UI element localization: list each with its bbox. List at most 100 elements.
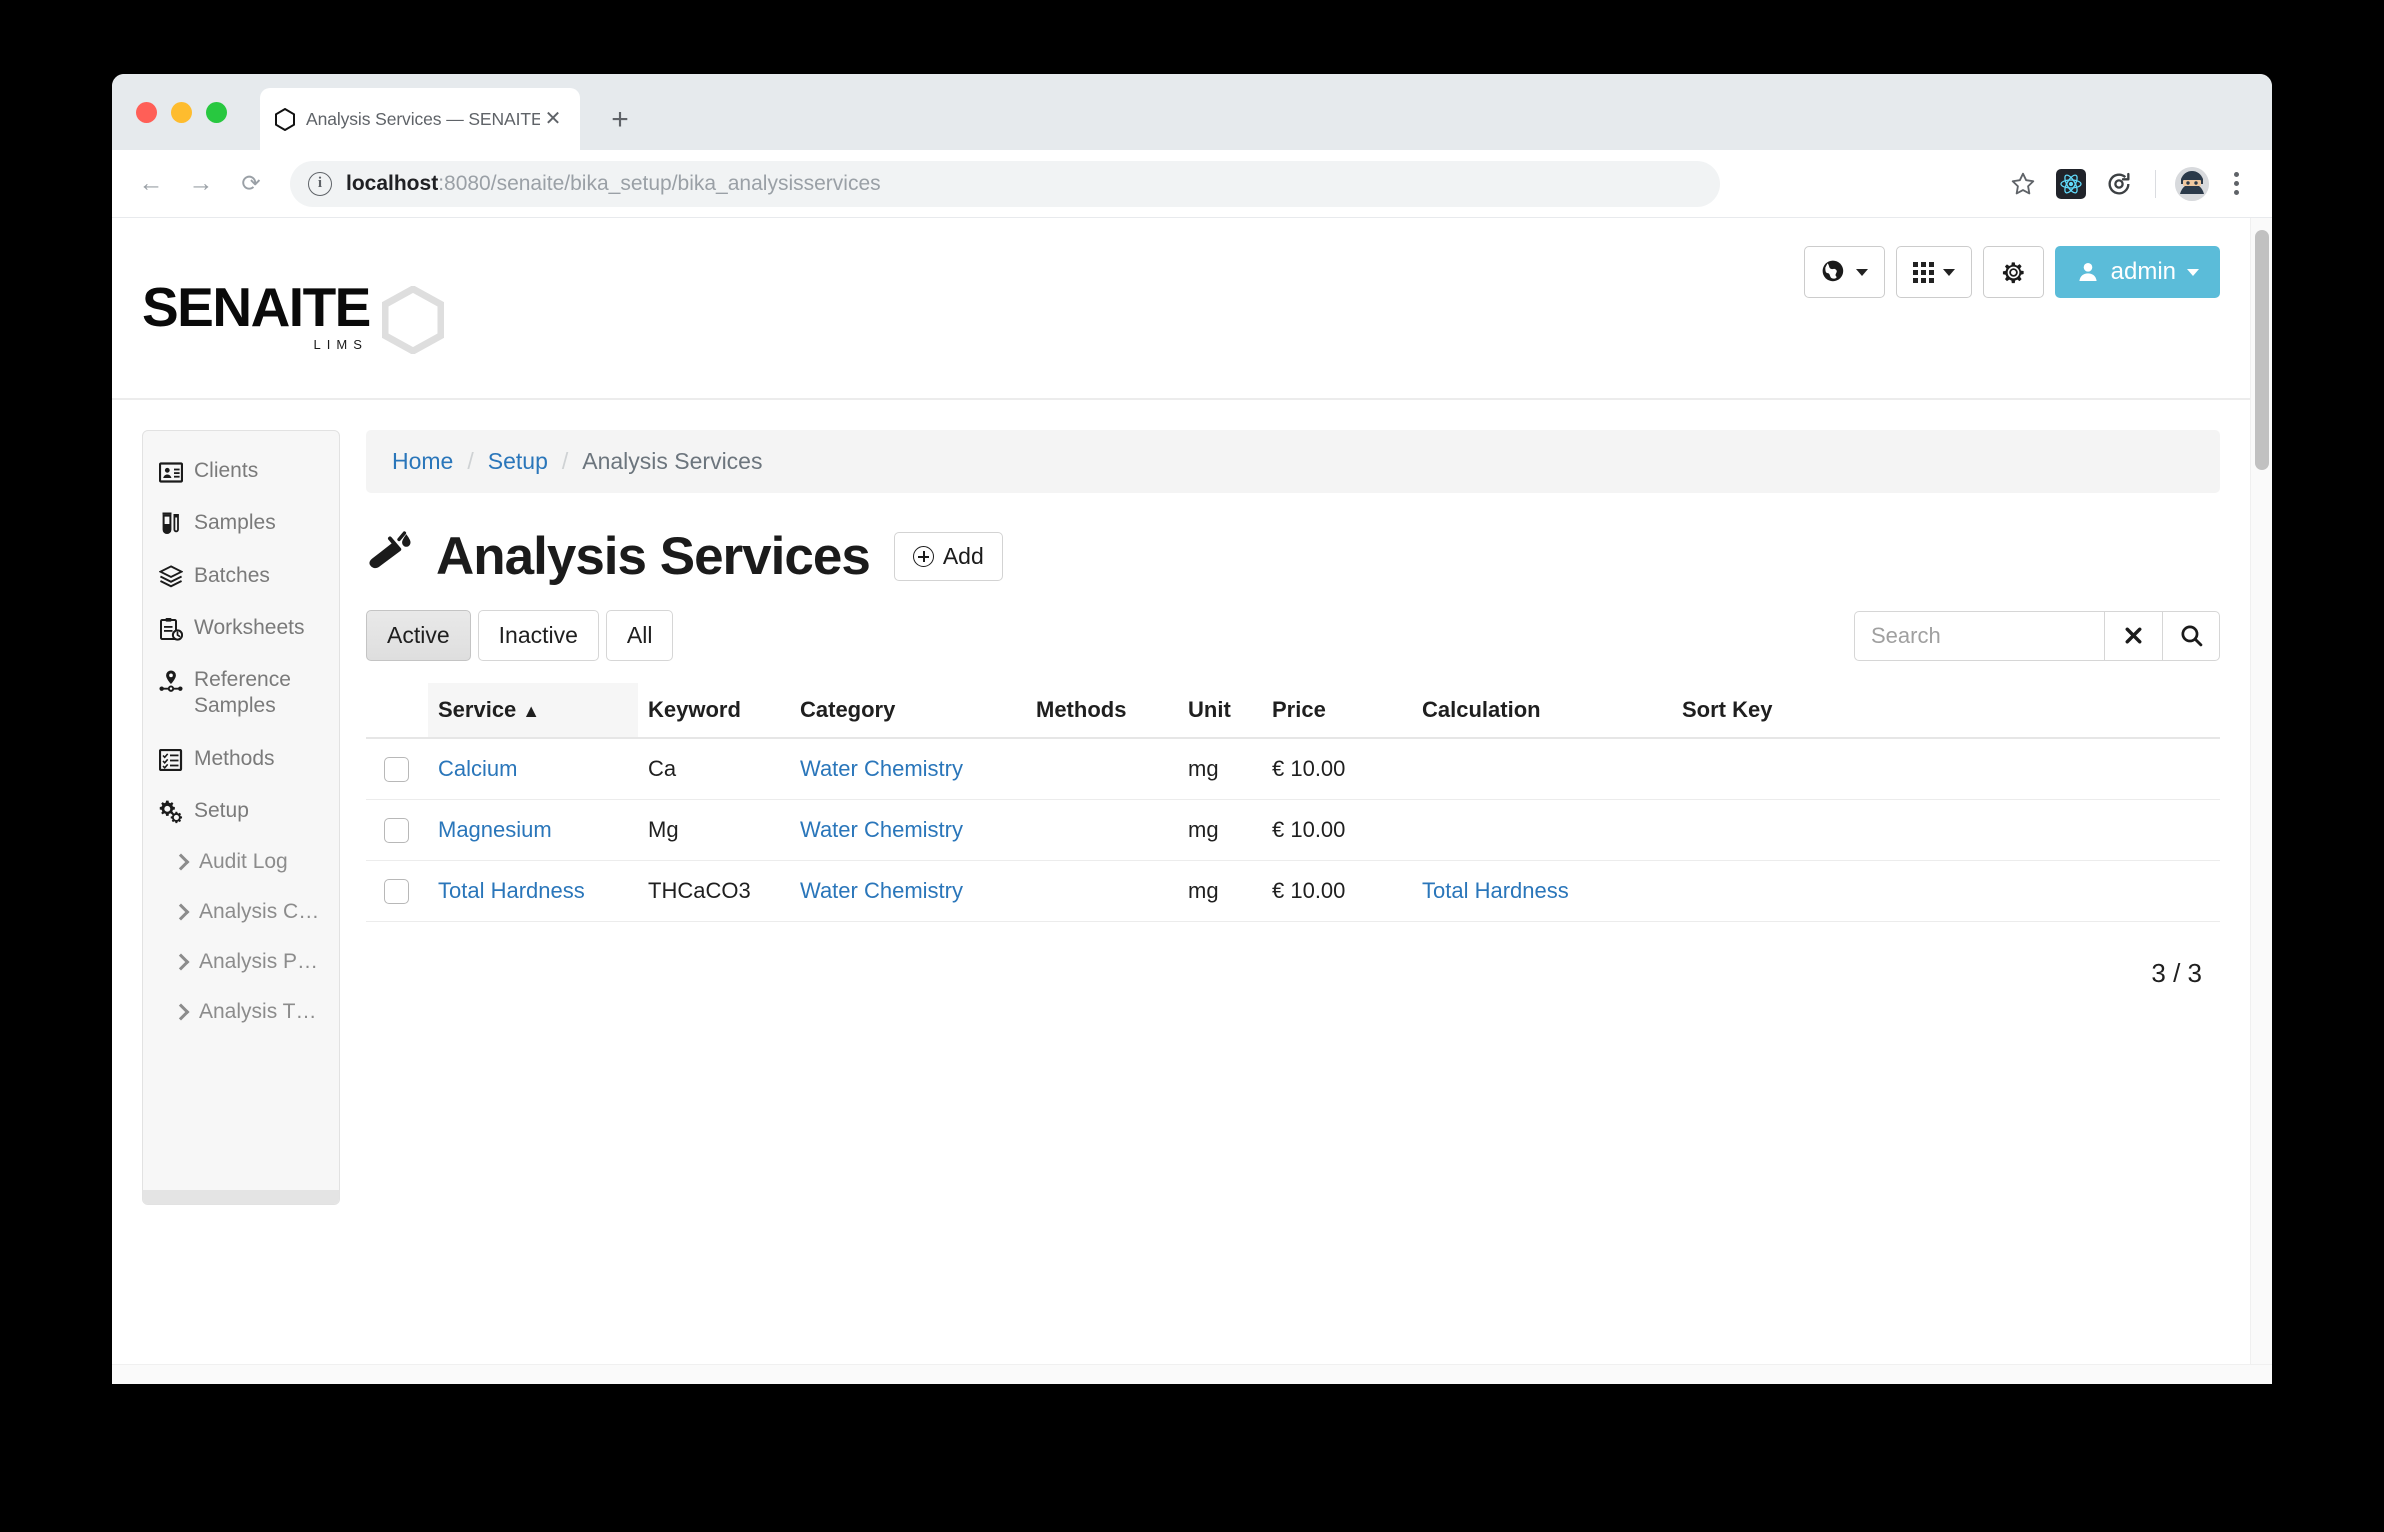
chevron-down-icon xyxy=(2187,268,2199,276)
filter-tab-all[interactable]: All xyxy=(605,610,674,661)
filter-tab-inactive[interactable]: Inactive xyxy=(477,610,599,661)
browser-tab[interactable]: Analysis Services — SENAITE ✕ xyxy=(260,88,580,150)
breadcrumb-setup-link[interactable]: Setup xyxy=(488,448,548,475)
site-info-icon[interactable]: i xyxy=(308,171,332,196)
address-bar[interactable]: i localhost:8080/senaite/bika_setup/bika… xyxy=(290,160,1720,207)
row-checkbox[interactable] xyxy=(384,878,409,904)
new-tab-button[interactable]: + xyxy=(604,104,636,136)
chevron-right-icon xyxy=(172,1003,190,1021)
sidebar-item-worksheets[interactable]: Worksheets xyxy=(143,602,339,654)
sidebar-item-clients[interactable]: Clients xyxy=(143,445,339,497)
sidebar-subitem-label: Audit Log xyxy=(199,850,288,873)
cell-keyword: Ca xyxy=(638,738,790,800)
senaite-favicon-icon xyxy=(274,107,296,131)
chevron-down-icon xyxy=(1942,268,1955,276)
category-link[interactable]: Water Chemistry xyxy=(800,878,963,903)
language-selector-button[interactable] xyxy=(1803,246,1885,298)
apps-grid-button[interactable] xyxy=(1895,246,1972,298)
sidebar-item-label: Samples xyxy=(194,511,276,535)
sidebar-item-label: Setup xyxy=(194,798,249,822)
gear-icon xyxy=(2002,261,2024,283)
back-button[interactable]: ← xyxy=(130,163,172,205)
horizontal-scrollbar[interactable] xyxy=(112,1364,2272,1384)
maximize-window-button[interactable] xyxy=(206,102,227,123)
column-header-service-label: Service xyxy=(438,697,517,722)
breadcrumb-home-link[interactable]: Home xyxy=(392,448,453,475)
column-header-keyword[interactable]: Keyword xyxy=(638,683,790,739)
user-menu-button[interactable]: admin xyxy=(2054,246,2220,298)
forward-button[interactable]: → xyxy=(180,163,222,205)
browser-menu-button[interactable] xyxy=(2218,164,2254,204)
breadcrumb-separator: / xyxy=(467,448,474,474)
row-checkbox[interactable] xyxy=(384,817,409,843)
column-header-calculation[interactable]: Calculation xyxy=(1412,683,1672,739)
minimize-window-button[interactable] xyxy=(171,102,192,123)
user-icon xyxy=(2079,263,2097,281)
checklist-icon xyxy=(159,748,183,772)
table-row: Total Hardness THCaCO3 Water Chemistry m… xyxy=(366,860,2220,922)
column-header-methods[interactable]: Methods xyxy=(1026,683,1178,739)
url-path: :8080/senaite/bika_setup/bika_analysisse… xyxy=(438,171,881,195)
sidebar-subitem-analysis-profiles[interactable]: Analysis P… xyxy=(143,937,339,987)
breadcrumb-current: Analysis Services xyxy=(582,448,763,474)
logo-tagline: LIMS xyxy=(313,336,368,352)
cell-category: Water Chemistry xyxy=(790,860,1026,922)
table-row: Magnesium Mg Water Chemistry mg € 10.00 xyxy=(366,799,2220,861)
service-link[interactable]: Magnesium xyxy=(438,817,552,842)
toolbar-icons xyxy=(2001,162,2254,206)
sidebar-item-samples[interactable]: Samples xyxy=(143,497,339,549)
column-header-service[interactable]: Service ▲ xyxy=(428,683,638,739)
page-title: Analysis Services xyxy=(436,527,871,586)
service-link[interactable]: Calcium xyxy=(438,756,517,781)
sidebar-subitem-audit-log[interactable]: Audit Log xyxy=(143,837,339,887)
column-header-category[interactable]: Category xyxy=(790,683,1026,739)
gears-icon xyxy=(159,800,183,824)
clipboard-clock-icon xyxy=(159,617,183,641)
react-devtools-icon[interactable] xyxy=(2049,162,2093,206)
row-checkbox[interactable] xyxy=(384,756,409,782)
filter-tab-active[interactable]: Active xyxy=(366,610,471,661)
flask-icon xyxy=(366,529,418,580)
row-checkbox-cell xyxy=(366,738,428,800)
search-button[interactable] xyxy=(2162,610,2220,661)
sidebar-subitem-analysis-templates[interactable]: Analysis T… xyxy=(143,987,339,1037)
sidebar-subitem-analysis-categories[interactable]: Analysis C… xyxy=(143,887,339,937)
reload-button[interactable]: ⟳ xyxy=(230,163,272,205)
sidebar-item-setup[interactable]: Setup xyxy=(143,785,339,837)
sidebar-item-label: Worksheets xyxy=(194,615,305,639)
calculation-link[interactable]: Total Hardness xyxy=(1422,878,1569,903)
sidebar-item-methods[interactable]: Methods xyxy=(143,733,339,785)
add-button[interactable]: Add xyxy=(893,532,1003,581)
sidebar-item-batches[interactable]: Batches xyxy=(143,550,339,602)
close-window-button[interactable] xyxy=(136,102,157,123)
search-input[interactable] xyxy=(1854,610,2104,661)
sidebar-subitem-label: Analysis T… xyxy=(199,1000,317,1023)
history-reload-icon[interactable] xyxy=(2097,162,2141,206)
sidebar-item-label: Reference Samples xyxy=(194,668,291,718)
logo-wordmark: SENAITE xyxy=(142,276,371,338)
clear-search-button[interactable] xyxy=(2104,610,2162,661)
bookmark-star-icon[interactable] xyxy=(2001,162,2045,206)
sidebar-item-reference-samples[interactable]: Reference Samples xyxy=(143,654,339,733)
column-header-sort-key[interactable]: Sort Key xyxy=(1672,683,2220,739)
sidebar-item-label: Methods xyxy=(194,746,275,770)
category-link[interactable]: Water Chemistry xyxy=(800,817,963,842)
service-link[interactable]: Total Hardness xyxy=(438,878,585,903)
analysis-services-table: Service ▲ Keyword Category Methods Unit P… xyxy=(366,683,2220,922)
category-link[interactable]: Water Chemistry xyxy=(800,756,963,781)
vertical-scrollbar-thumb[interactable] xyxy=(2255,230,2269,470)
senaite-logo[interactable]: SENAITE LIMS xyxy=(142,276,445,359)
profile-avatar[interactable] xyxy=(2170,162,2214,206)
vertical-scrollbar[interactable] xyxy=(2250,218,2272,1364)
close-tab-button[interactable]: ✕ xyxy=(540,106,566,132)
chevron-right-icon xyxy=(172,853,190,871)
main-content: Home / Setup / Analysis Services Analysi… xyxy=(366,430,2220,1205)
column-header-price[interactable]: Price xyxy=(1262,683,1412,739)
settings-button[interactable] xyxy=(1982,246,2044,298)
column-header-unit[interactable]: Unit xyxy=(1178,683,1262,739)
sidebar-horizontal-scrollbar[interactable] xyxy=(143,1190,339,1204)
sidebar-item-label: Clients xyxy=(194,459,259,482)
window-controls xyxy=(136,102,227,123)
add-button-label: Add xyxy=(942,543,984,569)
browser-window: Analysis Services — SENAITE ✕ + ← → ⟳ i … xyxy=(112,74,2272,1384)
